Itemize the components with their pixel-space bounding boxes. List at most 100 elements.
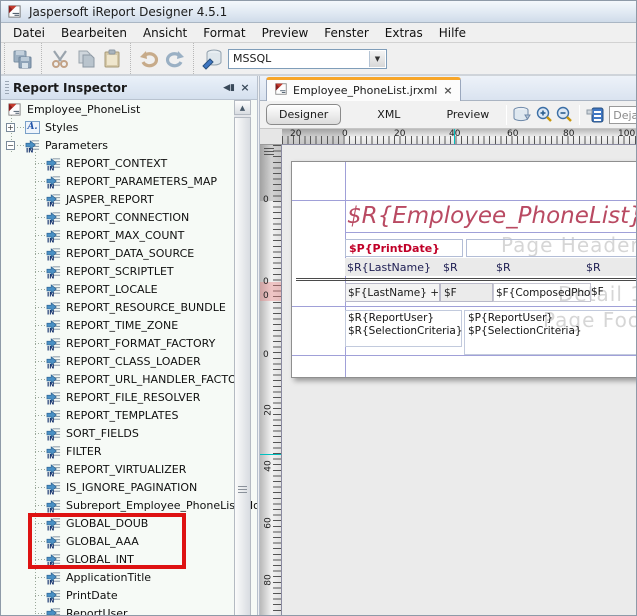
chevron-down-icon[interactable]: ▼ [369,51,385,67]
detail-field-lastname[interactable]: $F{LastName} + ", " [345,283,440,302]
printdate-cell[interactable]: $P{PrintDate} [345,239,463,257]
expand-icon[interactable]: + [6,123,15,132]
column-header-band[interactable]: $R{LastName} $R $R $R [345,258,637,276]
footer-expression[interactable]: $P{ReportUser} [468,312,553,324]
zoom-in-icon[interactable] [534,103,554,127]
tree-item-report_resource_bundle[interactable]: INREPORT_RESOURCE_BUNDLE [1,298,257,316]
save-all-button[interactable] [10,47,36,71]
column-header-label[interactable]: $R{LastName} [347,261,431,274]
tree-item-jasper_report[interactable]: INJASPER_REPORT [1,190,257,208]
editor-tab-bar: Employee_PhoneList.jrxml × [260,76,637,101]
report-query-icon[interactable] [512,103,534,127]
tree-item-report_data_source[interactable]: INREPORT_DATA_SOURCE [1,244,257,262]
parameter-icon: IN [46,300,61,315]
menu-item-fenster[interactable]: Fenster [316,24,377,42]
menu-item-preview[interactable]: Preview [254,24,317,42]
font-name-field[interactable]: DejaVu Sans [609,106,637,124]
tree-item-report_file_resolver[interactable]: INREPORT_FILE_RESOLVER [1,388,257,406]
view-button-preview[interactable]: Preview [434,105,501,124]
tree-item-report_time_zone[interactable]: INREPORT_TIME_ZONE [1,316,257,334]
tree-item-label: REPORT_SCRIPTLET [66,265,174,278]
band-separator[interactable] [296,280,637,281]
column-header-label[interactable]: $R [496,261,511,274]
tab-close-icon[interactable]: × [443,86,452,96]
ruler-number: 20 [264,404,274,415]
band-separator[interactable] [296,278,637,279]
tree-item-subreport_employee_phonelist_hor[interactable]: INSubreport_Employee_PhoneList_Hor [1,496,257,514]
ruler-grip[interactable] [264,148,274,155]
collapse-icon[interactable]: − [6,141,15,150]
parameter-icon: IN [46,228,61,243]
footer-label[interactable]: $R{ReportUser} [348,312,434,324]
ruler-number: 0 [263,195,269,205]
report-page[interactable]: $R{Employee_PhoneList} Page Header $P{Pr… [291,161,637,378]
scrollbar-thumb[interactable] [234,117,251,616]
menu-item-format[interactable]: Format [195,24,253,42]
tree-item-report_url_handler_factory[interactable]: INREPORT_URL_HANDLER_FACTORY [1,370,257,388]
tree-item-report_virtualizer[interactable]: INREPORT_VIRTUALIZER [1,460,257,478]
footer-expression[interactable]: $P{SelectionCriteria} [468,325,582,337]
paste-button[interactable] [99,47,125,71]
tab-title: Employee_PhoneList.jrxml [293,84,437,97]
copy-button[interactable] [73,47,99,71]
report-inspector-panel: Report Inspector ◀▮ × Employee_PhoneList… [1,76,258,616]
connection-selector[interactable]: MSSQL ▼ [228,49,387,69]
title-bar[interactable]: Jaspersoft iReport Designer 4.5.1 [1,1,636,23]
tree-item-label: REPORT_VIRTUALIZER [66,463,186,476]
svg-text:IN: IN [47,273,54,278]
redo-button[interactable] [162,47,188,71]
format-tool-icon[interactable] [585,103,605,127]
column-header-label[interactable]: $R [443,261,458,274]
tree-item-report_context[interactable]: INREPORT_CONTEXT [1,154,257,172]
tree-item-report_max_count[interactable]: INREPORT_MAX_COUNT [1,226,257,244]
detail-field[interactable]: $F [440,283,493,302]
tree-item-report_scriptlet[interactable]: IN REPORT_SCRIPTLET [1,262,257,280]
detail-field[interactable]: $F [591,286,604,298]
tree-item-report_locale[interactable]: INREPORT_LOCALE [1,280,257,298]
svg-text:IN: IN [47,345,54,350]
vertical-ruler[interactable]: 000020406080 [260,145,282,616]
report-title-expression[interactable]: $R{Employee_PhoneList} [347,203,637,229]
column-header-label[interactable]: $R [586,261,601,274]
tree-item-reportuser[interactable]: INReportUser [1,604,257,616]
scroll-up-icon[interactable]: ▲ [234,100,251,115]
tab-employee-phonelist[interactable]: Employee_PhoneList.jrxml × [266,77,461,101]
view-button-xml[interactable]: XML [365,105,412,124]
tree-item-styles[interactable]: +A.Styles [1,118,257,136]
tree-item-label: IS_IGNORE_PAGINATION [66,481,197,494]
empty-cell[interactable] [466,239,637,257]
menu-item-bearbeiten[interactable]: Bearbeiten [53,24,135,42]
tree-item-parameters[interactable]: −INParameters [1,136,257,154]
tree-item-report_templates[interactable]: INREPORT_TEMPLATES [1,406,257,424]
tree-item-employee_phonelist[interactable]: Employee_PhoneList [1,100,257,118]
menu-item-ansicht[interactable]: Ansicht [135,24,195,42]
tree-item-report_parameters_map[interactable]: INREPORT_PARAMETERS_MAP [1,172,257,190]
band-separator[interactable] [292,306,637,307]
database-connection-icon[interactable] [199,47,225,71]
tree-item-report_format_factory[interactable]: INREPORT_FORMAT_FACTORY [1,334,257,352]
close-panel-icon[interactable]: × [237,80,253,96]
dock-panel-icon[interactable]: ◀▮ [221,80,237,96]
tree-scrollbar[interactable]: ▲ [234,100,251,616]
undo-button[interactable] [136,47,162,71]
panel-grip[interactable] [5,81,9,95]
tree-item-printdate[interactable]: INPrintDate [1,586,257,604]
footer-label[interactable]: $R{SelectionCriteria} [348,325,463,337]
menu-item-extras[interactable]: Extras [377,24,431,42]
tree-item-applicationtitle[interactable]: INApplicationTitle [1,568,257,586]
zoom-out-icon[interactable] [554,103,574,127]
tree-item-is_ignore_pagination[interactable]: INIS_IGNORE_PAGINATION [1,478,257,496]
band-separator[interactable] [292,200,637,201]
tree-item-report_connection[interactable]: INREPORT_CONNECTION [1,208,257,226]
tree-item-sort_fields[interactable]: INSORT_FIELDS [1,424,257,442]
menu-item-hilfe[interactable]: Hilfe [431,24,474,42]
design-canvas[interactable]: $R{Employee_PhoneList} Page Header $P{Pr… [282,145,637,616]
tree-item-filter[interactable]: INFILTER [1,442,257,460]
cut-button[interactable] [47,47,73,71]
horizontal-ruler[interactable]: 20020406080100 [282,129,637,145]
detail-field-composedphone[interactable]: $F{ComposedPhone} [493,283,591,302]
menu-item-datei[interactable]: Datei [5,24,53,42]
band-separator[interactable] [292,355,637,356]
view-button-designer[interactable]: Designer [266,104,341,125]
tree-item-report_class_loader[interactable]: INREPORT_CLASS_LOADER [1,352,257,370]
